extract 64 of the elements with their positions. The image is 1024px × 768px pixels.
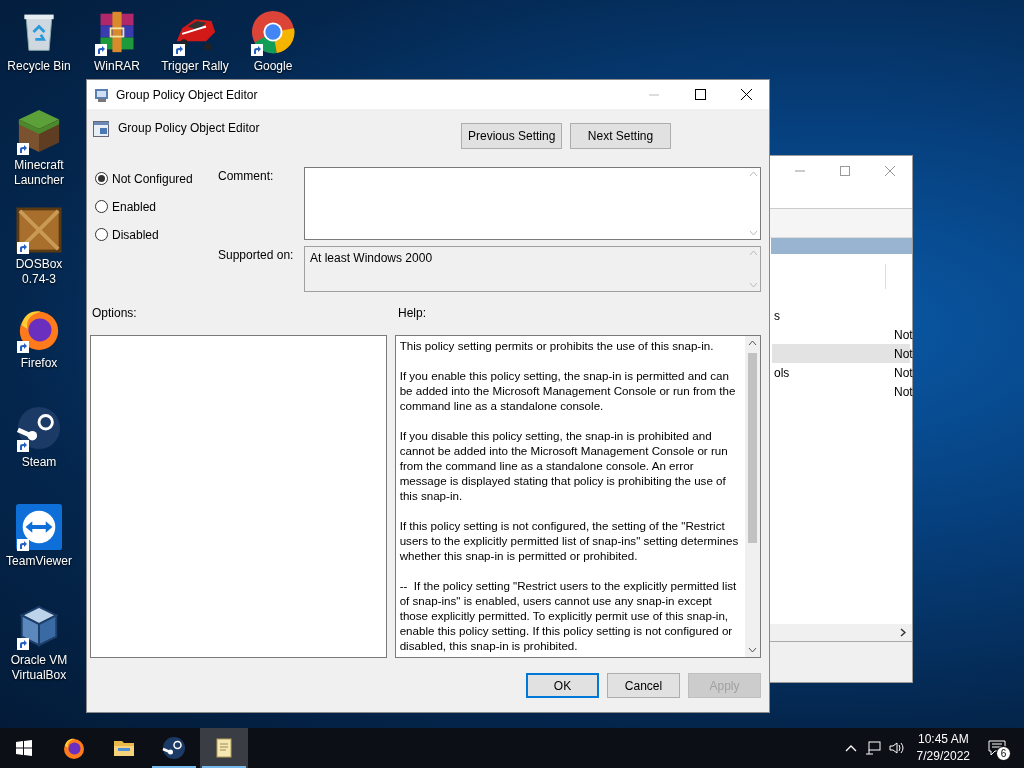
desktop-icon-label[interactable]: Trigger Rally [157,59,233,74]
item-state: Not [894,327,913,342]
radio-button[interactable] [95,200,108,213]
network-icon[interactable] [864,741,881,755]
browser-ball-icon[interactable] [250,9,296,55]
help-label: Help: [398,306,426,322]
help-paragraph: If you disable this policy setting, the snap-in is prohibited and cannot be added into the Microsoft Management Console or run from the command line as a standalone console. An error message is displayed stating that policy is prohibiting the use of this snap-in. [399,428,729,503]
desktop-icon-label[interactable]: WinRAR [79,59,155,74]
grass-block-icon[interactable] [16,108,62,154]
item-name: s [774,308,780,323]
item-state: Not [894,384,913,399]
dialog-button[interactable]: Cancel [607,673,680,698]
policy-icon [93,121,110,138]
desktop-icon-label[interactable]: Firefox [1,356,77,371]
options-label: Options: [92,306,138,322]
speaker-icon[interactable] [888,741,905,755]
radio-option[interactable]: Disabled [95,227,218,242]
dialog-button[interactable]: OK [526,673,599,698]
radio-button[interactable] [95,228,108,241]
radio-option[interactable]: Not Configured [95,171,218,186]
radio-label: Enabled [112,199,157,214]
item-state: Not [894,365,913,380]
arrows-icon[interactable] [16,504,62,550]
help-paragraph: If you enable this policy setting, the snap-in is permitted and can be added into the Microsoft Management Console or run from the command line as a standalone console. [399,368,737,413]
help-paragraph: -- If the policy setting "Restrict users to the explicitly permitted list of snap-ins" is enabled, users cannot use any snap-in except those explicitly permitted. To explicitly permit use of this snap-in, enable this policy setting. If this policy setting is not configured or disabled, this snap-in is prohibited. [399,578,738,653]
crate-icon[interactable] [16,207,62,253]
notification-icon[interactable] [988,740,1006,756]
desktop-icon-label[interactable]: TeamViewer [1,554,77,569]
desktop-icon-label[interactable]: Minecraft Launcher [1,158,77,188]
windows-start-icon[interactable] [16,740,32,756]
desktop-icon-label[interactable]: DOSBox 0.74-3 [1,257,77,287]
scrollbar[interactable] [745,336,760,657]
supported-on-value: At least Windows 2000 [310,251,433,265]
chevron-up-icon[interactable] [844,744,857,752]
radio-option[interactable]: Enabled [95,199,218,214]
clock-time: 10:45 AM [917,731,969,748]
radio-label: Disabled [112,227,159,242]
next-setting-button[interactable]: Next Setting [570,123,671,149]
taskbar-app[interactable] [200,728,248,768]
supported-on-label: Supported on: [218,247,295,264]
desktop-icon-label[interactable]: Google [235,59,311,74]
list-row[interactable]: s [772,306,910,325]
scroll-up-icon[interactable] [748,340,757,346]
item-name: ols [774,365,790,380]
radio-label: Not Configured [112,171,193,186]
window-title: Group Policy Object Editor [116,87,259,102]
policy-heading: Group Policy Object Editor [118,121,261,135]
notification-badge: 6 [996,746,1011,761]
help-paragraph: If this policy setting is not configured, the setting of the "Restrict users to the explicitly permitted list of snap-ins" setting determines whether this snap-in is permitted or prohibited. [399,518,740,563]
maximize-icon[interactable] [694,89,706,100]
desktop-icon-label[interactable]: Oracle VM VirtualBox [1,653,77,683]
item-state: Not [894,346,913,361]
desktop-icon-label[interactable]: Steam [1,455,77,470]
clock-date: 7/29/2022 [916,748,970,765]
scroll-right-icon[interactable] [900,628,906,637]
scroll-down-icon[interactable] [748,647,757,653]
close-icon[interactable] [740,89,752,100]
comment-label: Comment: [218,168,275,185]
app-icon [94,86,110,103]
desktop-icon-label[interactable]: Recycle Bin [1,59,77,74]
radio-button[interactable] [95,172,108,185]
help-paragraph: This policy setting permits or prohibits the use of this snap-in. [399,338,715,353]
scroll-thumb[interactable] [748,353,757,543]
previous-setting-button[interactable]: Previous Setting [461,123,562,149]
